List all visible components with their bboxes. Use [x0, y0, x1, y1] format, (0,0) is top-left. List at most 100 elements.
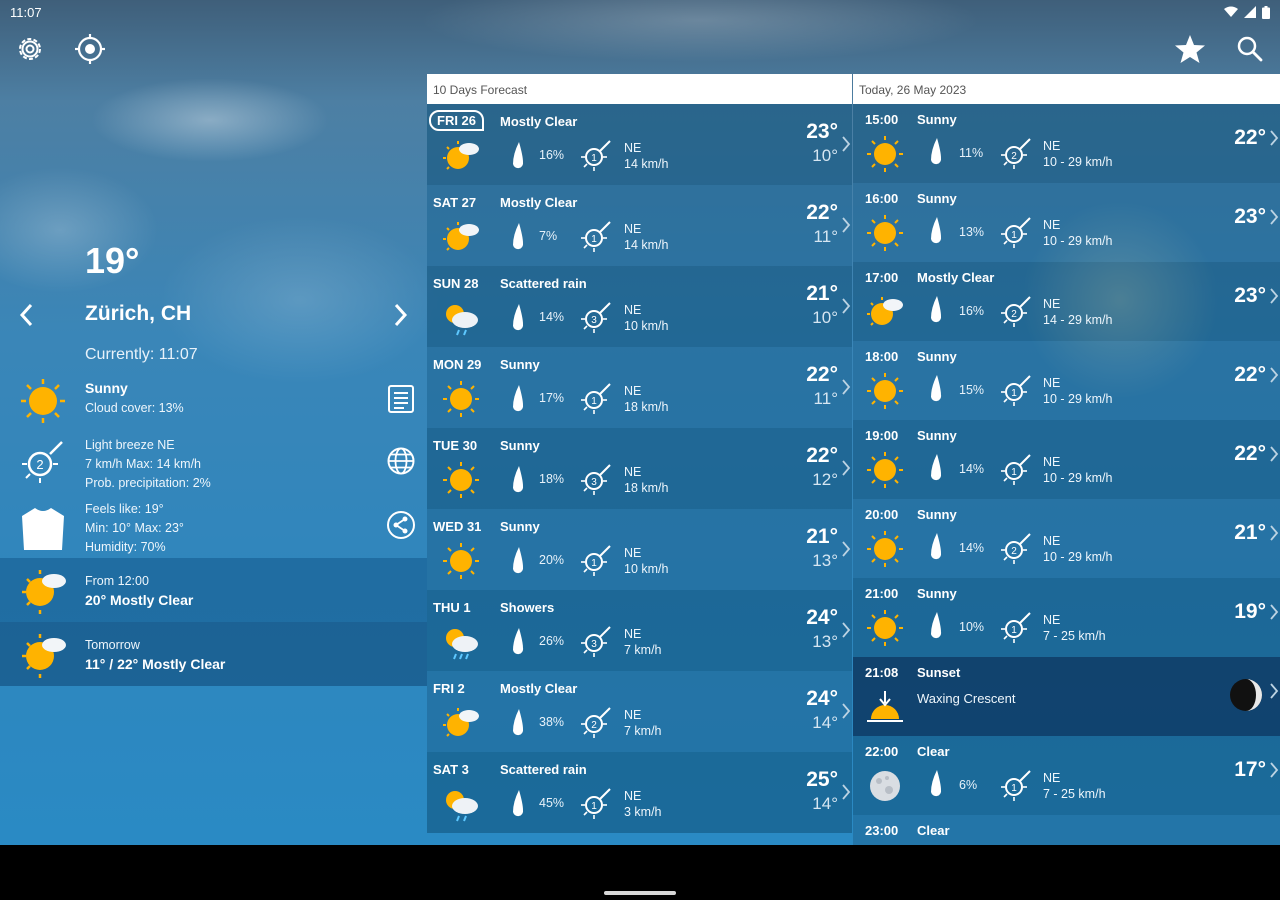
- wind-speed: 10 - 29 km/h: [1043, 392, 1113, 406]
- wind-speed: 7 km/h: [624, 724, 662, 738]
- day-label: FRI 26: [429, 110, 485, 131]
- svg-text:1: 1: [591, 153, 597, 164]
- wind-icon: 1: [1001, 217, 1031, 248]
- summary-label: From 12:00: [85, 574, 149, 588]
- day-row[interactable]: FRI 26 Mostly Clear 16% 1 NE 14 km/h 23° 10°: [427, 104, 852, 185]
- chevron-right-icon: [842, 298, 851, 314]
- share-button[interactable]: [384, 508, 418, 542]
- wind-speed: 3 km/h: [624, 805, 662, 819]
- city-name[interactable]: Zürich, CH: [85, 302, 191, 326]
- wind-speed: 10 - 29 km/h: [1043, 550, 1113, 564]
- hour-temperature: 22°: [1234, 442, 1266, 465]
- home-handle[interactable]: [604, 891, 676, 895]
- hour-time: 15:00: [865, 112, 899, 127]
- raindrop-icon: [513, 304, 524, 331]
- wind-icon: 2: [22, 441, 63, 483]
- hour-temperature: 23°: [1234, 284, 1266, 307]
- moon-phase-icon: [1230, 679, 1262, 711]
- summary-tomorrow[interactable]: Tomorrow 11° / 22° Mostly Clear: [0, 622, 427, 686]
- day-row[interactable]: MON 29 Sunny 17% 1 NE 18 km/h 22° 11°: [427, 347, 852, 428]
- wind-info: NE 10 km/h: [624, 302, 668, 334]
- wind-direction: NE: [624, 303, 642, 317]
- details-button[interactable]: [384, 382, 418, 416]
- hour-row[interactable]: 21:00 Sunny 10% 1 NE 7 - 25 km/h 19°: [853, 578, 1280, 657]
- svg-text:3: 3: [591, 639, 597, 650]
- day-row[interactable]: WED 31 Sunny 20% 1 NE 10 km/h 21° 13°: [427, 509, 852, 590]
- wind-direction: NE: [1043, 613, 1061, 627]
- raindrop-icon: [931, 770, 942, 797]
- day-row[interactable]: FRI 2 Mostly Clear 38% 2 NE 7 km/h 24° 14°: [427, 671, 852, 752]
- settings-button[interactable]: [13, 32, 47, 66]
- wind-speed: 7 - 25 km/h: [1043, 629, 1106, 643]
- day-condition: Sunny: [500, 357, 540, 372]
- hour-condition: Clear: [917, 823, 950, 838]
- day-label: WED 31: [433, 519, 482, 534]
- wind-speed: 18 km/h: [624, 481, 669, 495]
- rain-icon: [446, 305, 478, 336]
- summary-from-noon[interactable]: From 12:00 20° Mostly Clear: [0, 558, 427, 622]
- chevron-right-icon: [1270, 367, 1279, 383]
- favorite-button[interactable]: [1173, 32, 1207, 66]
- raindrop-icon: [513, 223, 524, 250]
- hour-row[interactable]: 16:00 Sunny 13% 1 NE 10 - 29 km/h 23°: [853, 183, 1280, 262]
- hour-row[interactable]: 18:00 Sunny 15% 1 NE 10 - 29 km/h 22°: [853, 341, 1280, 420]
- wind-icon: 1: [1001, 770, 1031, 801]
- day-row[interactable]: THU 1 Showers 26% 3 NE 7 km/h 24° 13°: [427, 590, 852, 671]
- min-temperature: 14°: [812, 713, 838, 732]
- hour-time: 20:00: [865, 507, 899, 522]
- hour-time: 21:00: [865, 586, 899, 601]
- precip-percent: 15%: [959, 383, 985, 397]
- hour-row[interactable]: 20:00 Sunny 14% 2 NE 10 - 29 km/h 21°: [853, 499, 1280, 578]
- day-row[interactable]: SAT 27 Mostly Clear 7% 1 NE 14 km/h 22° 11°: [427, 185, 852, 266]
- target-icon: [75, 34, 105, 64]
- next-city-button[interactable]: [385, 300, 415, 330]
- hour-row[interactable]: 17:00 Mostly Clear 16% 2 NE 14 - 29 km/h 23°: [853, 262, 1280, 341]
- raindrop-icon: [513, 628, 524, 655]
- wind-info: NE 18 km/h: [624, 464, 668, 496]
- hour-temperature: 21°: [1234, 521, 1266, 544]
- chevron-right-icon: [1270, 604, 1279, 620]
- sun-icon: [867, 136, 903, 172]
- raindrop-icon: [931, 533, 942, 560]
- wind-direction: NE: [1043, 218, 1061, 232]
- search-button[interactable]: [1233, 32, 1267, 66]
- svg-text:1: 1: [591, 234, 597, 245]
- min-temperature: 11°: [813, 227, 838, 246]
- svg-text:3: 3: [591, 477, 597, 488]
- precip-percent: 26%: [539, 634, 565, 648]
- partly-cloudy-icon: [22, 570, 66, 614]
- hour-condition: Clear: [917, 744, 950, 759]
- hourly-header: Today, 26 May 2023: [853, 74, 1280, 104]
- status-time: 11:07: [10, 4, 42, 20]
- hour-row[interactable]: 19:00 Sunny 14% 1 NE 10 - 29 km/h 22°: [853, 420, 1280, 499]
- hour-row[interactable]: 22:00 Clear 6% 1 NE 7 - 25 km/h 17°: [853, 736, 1280, 815]
- previous-city-button[interactable]: [12, 300, 42, 330]
- wind-direction: NE: [624, 789, 642, 803]
- sun-icon: [443, 462, 479, 498]
- wind-icon: 3: [581, 302, 611, 333]
- globe-icon: [387, 447, 415, 475]
- map-button[interactable]: [384, 444, 418, 478]
- svg-text:3: 3: [591, 315, 597, 326]
- city-switcher: Zürich, CH: [0, 296, 427, 336]
- chevron-right-icon: [1270, 209, 1279, 225]
- wind-info: NE 10 - 29 km/h: [1043, 454, 1112, 486]
- wind-speed: 7 - 25 km/h: [1043, 787, 1106, 801]
- day-row[interactable]: SAT 3 Scattered rain 45% 1 NE 3 km/h 25° 14°: [427, 752, 852, 833]
- wind-info: NE 10 km/h: [624, 545, 668, 577]
- wind-info: NE 14 km/h: [624, 140, 668, 172]
- wind-icon: 1: [1001, 612, 1031, 643]
- day-condition: Scattered rain: [500, 276, 587, 291]
- wind-info: NE 18 km/h: [624, 383, 668, 415]
- day-row[interactable]: TUE 30 Sunny 18% 3 NE 18 km/h 22° 12°: [427, 428, 852, 509]
- wind-info: NE 7 km/h: [624, 626, 662, 658]
- location-button[interactable]: [73, 32, 107, 66]
- min-temperature: 12°: [812, 470, 838, 489]
- hour-row[interactable]: 23:00 Clear: [853, 815, 1280, 845]
- partly-cloudy-icon: [443, 222, 479, 251]
- hour-row[interactable]: 15:00 Sunny 11% 2 NE 10 - 29 km/h 22°: [853, 104, 1280, 183]
- day-row[interactable]: SUN 28 Scattered rain 14% 3 NE 10 km/h 21° 10°: [427, 266, 852, 347]
- sunset-row[interactable]: 21:08 Sunset Waxing Crescent: [853, 657, 1280, 736]
- svg-text:2: 2: [1011, 546, 1017, 557]
- sun-icon: [867, 610, 903, 646]
